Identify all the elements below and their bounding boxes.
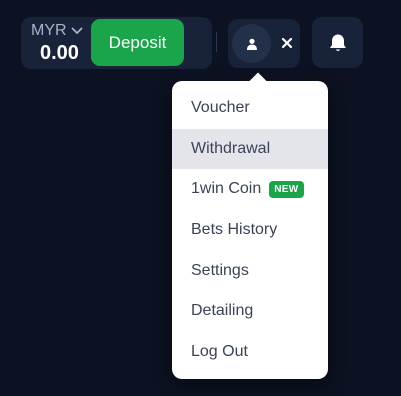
menu-item-label: Settings: [191, 261, 249, 279]
menu-item-bets-history[interactable]: Bets History: [172, 210, 328, 251]
header-area: MYR 0.00 Deposit Voucher Withdrawal 1win…: [0, 0, 401, 396]
menu-item-label: 1win Coin: [191, 180, 262, 198]
menu-item-withdrawal[interactable]: Withdrawal: [172, 128, 328, 170]
notifications-button[interactable]: [312, 17, 363, 68]
currency-label: MYR: [31, 22, 67, 39]
user-icon: [246, 38, 257, 50]
balance-amount: 0.00: [40, 42, 79, 64]
menu-item-label: Voucher: [191, 99, 250, 117]
new-badge: NEW: [269, 180, 304, 198]
chevron-down-icon: [71, 27, 82, 35]
menu-item-1win-coin[interactable]: 1win Coin NEW: [172, 169, 328, 210]
close-icon[interactable]: [278, 34, 296, 52]
menu-item-voucher[interactable]: Voucher: [172, 88, 328, 129]
bell-icon: [329, 34, 346, 51]
menu-item-log-out[interactable]: Log Out: [172, 332, 328, 373]
divider: [216, 32, 217, 52]
deposit-button[interactable]: Deposit: [91, 19, 184, 66]
account-dropdown-menu: Voucher Withdrawal 1win Coin NEW Bets Hi…: [172, 81, 328, 379]
currency-select[interactable]: MYR: [31, 22, 83, 40]
avatar[interactable]: [232, 24, 271, 63]
menu-item-label: Bets History: [191, 221, 278, 239]
menu-item-label: Detailing: [191, 302, 254, 320]
account-menu-toggle[interactable]: [228, 19, 300, 68]
menu-item-label: Log Out: [191, 342, 248, 360]
menu-item-settings[interactable]: Settings: [172, 250, 328, 291]
balance-block: MYR 0.00 Deposit: [21, 17, 212, 69]
menu-item-detailing[interactable]: Detailing: [172, 291, 328, 332]
menu-item-label: Withdrawal: [191, 139, 271, 157]
